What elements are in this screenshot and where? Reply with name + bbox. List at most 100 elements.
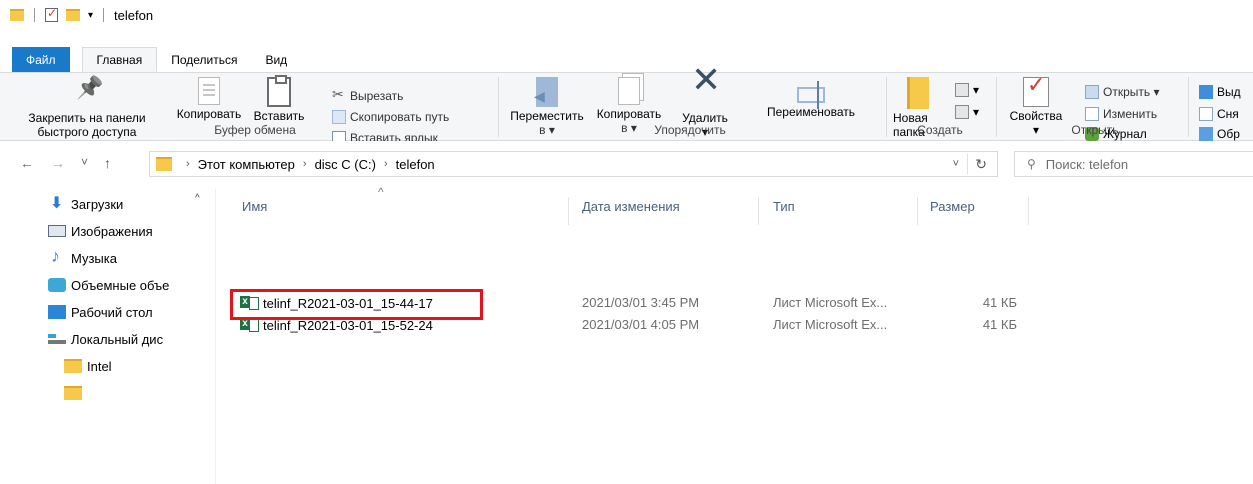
copy-path-label: Скопировать путь — [350, 110, 450, 124]
search-icon: ⚲ — [1027, 157, 1036, 171]
refresh-icon[interactable]: ↻ — [975, 156, 987, 173]
nav-item-desktop[interactable]: Рабочий стол — [48, 301, 215, 323]
copy-path-button[interactable]: Скопировать путь — [332, 108, 449, 126]
easy-access-button[interactable]: ▾ — [955, 103, 979, 121]
copy-to-button[interactable]: Копировать в ▾ — [589, 77, 669, 135]
tab-view[interactable]: Вид — [251, 47, 301, 72]
download-icon — [48, 193, 66, 213]
new-item-button[interactable]: ▾ — [955, 81, 979, 99]
select-none-icon — [1199, 107, 1213, 121]
column-header-type[interactable]: Тип — [773, 189, 795, 223]
nav-item-music[interactable]: Музыка — [48, 247, 215, 269]
breadcrumb-telefon[interactable]: telefon — [396, 157, 435, 172]
file-list: Имя Дата изменения Тип Размер ^ telinf_R… — [216, 185, 1253, 484]
images-icon — [48, 225, 66, 237]
pin-label-2: быстрого доступа — [37, 125, 137, 139]
separator — [103, 8, 105, 22]
customize-dropdown-icon[interactable]: ▾ — [88, 10, 93, 21]
cut-label: Вырезать — [350, 89, 404, 103]
copy-path-icon — [332, 110, 346, 124]
desktop-icon — [48, 305, 66, 319]
properties-label: Свойства — [1009, 109, 1063, 123]
copy-icon — [198, 77, 220, 105]
search-box[interactable]: ⚲ Поиск: telefon — [1014, 151, 1253, 177]
nav-item-label: Загрузки — [71, 196, 124, 212]
tab-file[interactable]: Файл — [12, 47, 70, 72]
column-header-date[interactable]: Дата изменения — [582, 189, 680, 223]
nav-item-label: Локальный дис — [71, 331, 164, 347]
copy-to-icon — [618, 77, 640, 105]
copy-button[interactable]: Копировать — [172, 77, 246, 121]
forward-button[interactable]: → — [51, 155, 65, 171]
nav-item-downloads[interactable]: Загрузки — [48, 193, 215, 215]
easy-access-icon — [955, 105, 969, 119]
chevron-right-icon[interactable]: › — [186, 158, 190, 170]
properties-button[interactable]: Свойства ▾ — [1007, 77, 1065, 137]
back-button[interactable]: ← — [20, 155, 34, 171]
pin-label-1: Закрепить на панели — [28, 111, 146, 125]
column-separator — [568, 197, 569, 225]
new-item-dropdown-icon: ▾ — [973, 83, 980, 97]
rename-icon — [797, 81, 825, 109]
address-bar[interactable]: › Этот компьютер › disc C (C:) › telefon… — [149, 151, 998, 177]
chevron-right-icon[interactable]: › — [303, 158, 307, 170]
address-dropdown-icon[interactable]: ˅ — [953, 158, 959, 170]
select-all-button[interactable]: Выд — [1199, 83, 1241, 101]
open-button[interactable]: Открыть ▾ — [1085, 83, 1159, 101]
chevron-right-icon[interactable]: › — [384, 158, 388, 170]
properties-dropdown-icon[interactable]: ▾ — [1007, 123, 1065, 137]
column-header-name[interactable]: Имя — [242, 189, 267, 223]
tab-home[interactable]: Главная — [81, 47, 158, 72]
edit-button[interactable]: Изменить — [1085, 105, 1157, 123]
new-folder-icon — [907, 77, 929, 109]
search-placeholder: Поиск: telefon — [1045, 156, 1129, 172]
paste-label: Вставить — [253, 109, 305, 123]
nav-item-local-disk[interactable]: Локальный дис — [48, 328, 215, 350]
sort-ascending-icon: ^ — [378, 185, 384, 199]
move-to-icon — [534, 77, 558, 107]
move-to-button[interactable]: Переместить в ▾ — [505, 77, 589, 137]
folder-icon[interactable] — [10, 9, 24, 21]
open-icon — [1085, 85, 1099, 99]
create-group: Новая папка ▾ ▾ — [887, 73, 995, 141]
navigation-pane: ^ Загрузки Изображения Музыка Объемные о… — [0, 189, 216, 484]
nav-item-images[interactable]: Изображения — [48, 220, 215, 242]
open-label: Открыть ▾ — [1103, 85, 1160, 99]
invert-selection-icon — [1199, 127, 1213, 141]
column-separator — [917, 197, 918, 225]
nav-item-label: Рабочий стол — [71, 304, 153, 320]
scissors-icon — [332, 86, 346, 103]
tab-share[interactable]: Поделиться — [157, 47, 251, 72]
breadcrumb-disc-c[interactable]: disc C (C:) — [315, 157, 376, 172]
up-button[interactable]: ↑ — [104, 155, 111, 171]
nav-item-label: Изображения — [71, 223, 153, 239]
recent-locations-button[interactable]: ˅ — [81, 155, 88, 169]
delete-button[interactable]: Удалить ▾ — [671, 73, 739, 139]
new-folder-icon[interactable] — [66, 9, 80, 21]
properties-check-icon — [1023, 77, 1049, 107]
nav-item-partial[interactable] — [64, 382, 215, 404]
file-size: 41 КБ — [982, 295, 1017, 310]
file-type: Лист Microsoft Ex... — [773, 295, 888, 310]
new-folder-button[interactable]: Новая папка — [893, 77, 939, 139]
new-folder-label-2: папка — [893, 125, 925, 139]
nav-item-intel[interactable]: Intel — [64, 355, 215, 377]
column-header-size[interactable]: Размер — [930, 189, 975, 223]
select-none-button[interactable]: Сня — [1199, 105, 1239, 123]
breadcrumb-this-pc[interactable]: Этот компьютер — [198, 157, 295, 172]
clipboard-group: Закрепить на панели быстрого доступа Коп… — [0, 73, 498, 145]
pin-quick-access-button[interactable]: Закрепить на панели быстрого доступа — [4, 77, 170, 139]
cut-button[interactable]: Вырезать — [332, 86, 404, 105]
paste-button[interactable]: Вставить — [246, 75, 312, 123]
separator — [34, 8, 35, 22]
nav-item-3d-objects[interactable]: Объемные объе — [48, 274, 215, 296]
new-item-icon — [955, 83, 969, 97]
properties-icon[interactable] — [45, 6, 58, 22]
copy-to-label-1: Копировать — [596, 107, 662, 121]
rename-button[interactable]: Переименовать — [739, 77, 883, 119]
address-bar-row: ← → ˅ ↑ › Этот компьютер › disc C (C:) ›… — [0, 141, 1253, 189]
copy-label: Копировать — [176, 107, 242, 121]
folder-icon — [64, 359, 82, 373]
3d-objects-icon — [48, 278, 66, 292]
delete-dropdown-icon[interactable]: ▾ — [671, 125, 739, 139]
